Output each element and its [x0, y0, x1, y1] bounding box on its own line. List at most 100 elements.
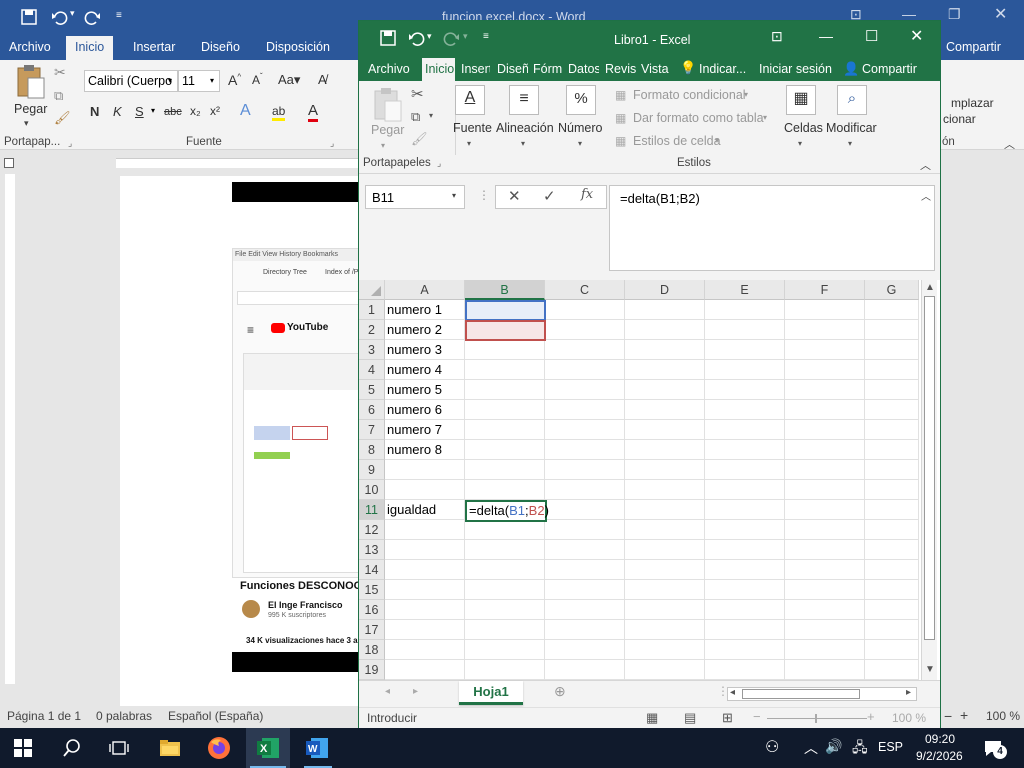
cell-f17[interactable]: [785, 620, 865, 640]
minimize-icon[interactable]: —: [819, 28, 833, 44]
format-as-table-button[interactable]: Dar formato como tabla: [633, 111, 764, 125]
excel-app-icon[interactable]: X: [256, 736, 280, 760]
column-header[interactable]: C: [545, 280, 625, 300]
cells-icon[interactable]: ▦: [786, 85, 816, 115]
cell-e7[interactable]: [705, 420, 785, 440]
task-view-icon[interactable]: [109, 738, 129, 758]
number-format-icon[interactable]: %: [566, 85, 596, 115]
cell-c12[interactable]: [545, 520, 625, 540]
excel-tab-datos[interactable]: Datos: [565, 58, 599, 81]
number-dropdown-icon[interactable]: ▾: [578, 139, 582, 148]
replace-button-partial[interactable]: mplazar: [951, 96, 994, 110]
cell-styles-button[interactable]: Estilos de celda: [633, 134, 721, 148]
cell-g16[interactable]: [865, 600, 919, 620]
row-header[interactable]: 10: [359, 480, 385, 500]
cell-e9[interactable]: [705, 460, 785, 480]
redo-icon[interactable]: [443, 29, 461, 47]
cell-f16[interactable]: [785, 600, 865, 620]
cell-b5[interactable]: [465, 380, 545, 400]
paste-dropdown-icon[interactable]: ▾: [381, 141, 385, 150]
row-header[interactable]: 17: [359, 620, 385, 640]
zoom-slider[interactable]: [767, 718, 867, 719]
cell-b16[interactable]: [465, 600, 545, 620]
cell-b4[interactable]: [465, 360, 545, 380]
show-hidden-icons-icon[interactable]: ︿: [804, 738, 818, 758]
undo-icon[interactable]: [407, 29, 425, 47]
cell-e13[interactable]: [705, 540, 785, 560]
page-break-view-icon[interactable]: ⊞: [722, 710, 733, 726]
word-tab-insertar[interactable]: Insertar: [124, 36, 184, 60]
clipboard-launcher-icon[interactable]: ⌟: [437, 158, 441, 169]
table-format-dropdown-icon[interactable]: ▾: [763, 113, 767, 122]
cell-c18[interactable]: [545, 640, 625, 660]
row-header[interactable]: 7: [359, 420, 385, 440]
worksheet-grid[interactable]: A B C D E F G 1 numero 1 2 numero 2 3 numero 3 4 numer…: [359, 280, 940, 680]
cell-c6[interactable]: [545, 400, 625, 420]
modify-button[interactable]: Modificar: [826, 121, 877, 135]
cut-icon[interactable]: ✂: [411, 85, 424, 103]
cell-g9[interactable]: [865, 460, 919, 480]
row-header[interactable]: 9: [359, 460, 385, 480]
cells-button[interactable]: Celdas: [784, 121, 823, 135]
cell-f13[interactable]: [785, 540, 865, 560]
format-painter-icon[interactable]: 🖌: [411, 131, 428, 147]
cell-f3[interactable]: [785, 340, 865, 360]
excel-tab-diseno[interactable]: Diseñ: [494, 58, 528, 81]
cell-d5[interactable]: [625, 380, 705, 400]
font-name-box[interactable]: Calibri (Cuerpo: [84, 70, 178, 92]
alignment-button[interactable]: Alineación: [496, 121, 554, 135]
cell-d19[interactable]: [625, 660, 705, 680]
cell-a14[interactable]: [385, 560, 465, 580]
undo-dropdown-icon[interactable]: ▾: [70, 8, 75, 19]
cell-b18[interactable]: [465, 640, 545, 660]
sheet-tab-hoja1[interactable]: Hoja1: [459, 681, 523, 705]
file-explorer-icon[interactable]: [159, 737, 181, 759]
cell-a1[interactable]: numero 1: [385, 300, 465, 320]
copy-icon[interactable]: ⧉: [411, 109, 420, 125]
scroll-next-sheet-icon[interactable]: ▸: [413, 686, 418, 697]
cell-g3[interactable]: [865, 340, 919, 360]
font-name-dropdown-icon[interactable]: ▾: [168, 76, 172, 85]
cell-e11[interactable]: [705, 500, 785, 520]
cell-e15[interactable]: [705, 580, 785, 600]
cell-b8[interactable]: [465, 440, 545, 460]
cell-c15[interactable]: [545, 580, 625, 600]
copy-icon[interactable]: ⧉: [54, 88, 63, 104]
cell-f15[interactable]: [785, 580, 865, 600]
cell-g17[interactable]: [865, 620, 919, 640]
cell-e2[interactable]: [705, 320, 785, 340]
name-box[interactable]: B11: [365, 185, 465, 209]
cell-c7[interactable]: [545, 420, 625, 440]
excel-tab-inicio[interactable]: Inicio: [422, 58, 455, 81]
normal-view-icon[interactable]: ▦: [646, 710, 658, 726]
paste-button[interactable]: Pegar: [371, 123, 404, 137]
scroll-right-icon[interactable]: ▸: [906, 687, 911, 698]
cell-b17[interactable]: [465, 620, 545, 640]
row-header[interactable]: 18: [359, 640, 385, 660]
restore-icon[interactable]: ❐: [948, 6, 961, 23]
font-launcher-icon[interactable]: ⌟: [330, 138, 334, 149]
row-header[interactable]: 1: [359, 300, 385, 320]
cell-g8[interactable]: [865, 440, 919, 460]
conditional-format-button[interactable]: Formato condicional: [633, 88, 746, 102]
cell-c13[interactable]: [545, 540, 625, 560]
cell-a3[interactable]: numero 3: [385, 340, 465, 360]
cell-d6[interactable]: [625, 400, 705, 420]
word-tab-inicio[interactable]: Inicio: [66, 36, 114, 60]
font-color-icon[interactable]: A: [308, 102, 319, 122]
cell-b9[interactable]: [465, 460, 545, 480]
font-dropdown-icon[interactable]: ▾: [467, 139, 471, 148]
cell-a4[interactable]: numero 4: [385, 360, 465, 380]
collapse-ribbon-icon[interactable]: ︿: [920, 157, 931, 173]
cell-f12[interactable]: [785, 520, 865, 540]
save-icon[interactable]: [379, 29, 397, 47]
cell-f11[interactable]: [785, 500, 865, 520]
cell-e6[interactable]: [705, 400, 785, 420]
column-header[interactable]: D: [625, 280, 705, 300]
cell-c10[interactable]: [545, 480, 625, 500]
cell-b7[interactable]: [465, 420, 545, 440]
excel-tab-formulas[interactable]: Fórm: [530, 58, 564, 81]
cells-dropdown-icon[interactable]: ▾: [798, 139, 802, 148]
cell-g5[interactable]: [865, 380, 919, 400]
tell-me-search[interactable]: Indicar...: [696, 58, 758, 81]
